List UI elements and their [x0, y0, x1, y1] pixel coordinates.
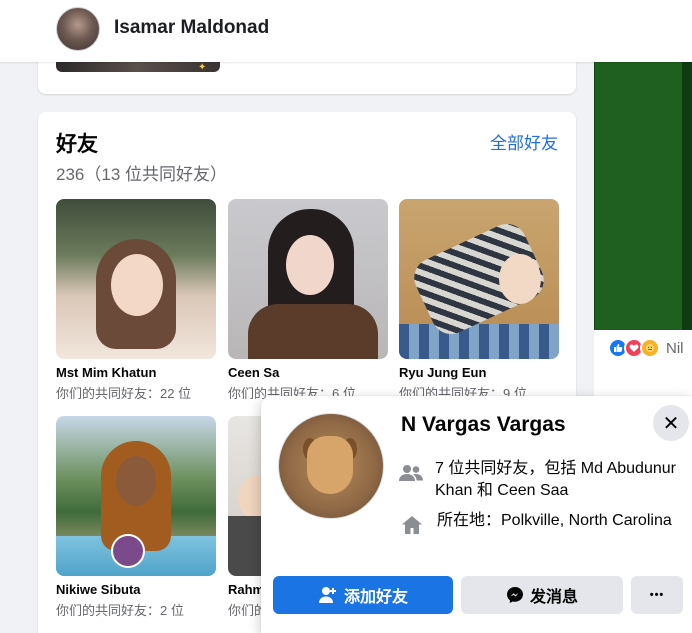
post-media-edge — [682, 62, 692, 330]
friend-photo[interactable] — [228, 199, 388, 359]
reactions-summary[interactable]: Nil — [608, 338, 684, 358]
see-all-friends-link[interactable]: 全部好友 — [490, 129, 558, 154]
close-icon: ✕ — [662, 412, 680, 435]
friend-name[interactable]: Mst Mim Khatun — [56, 365, 216, 380]
mutual-friends-text[interactable]: 7 位共同好友，包括 Md Abudunur Khan 和 Ceen Saa — [435, 458, 679, 502]
photo-detail — [286, 235, 334, 295]
message-button[interactable]: 发消息 — [461, 576, 623, 614]
friend-mutual-count: 你们的共同好友：2 位 — [56, 603, 184, 618]
reaction-user-name[interactable]: Nil — [666, 340, 684, 357]
friend-photo[interactable] — [56, 416, 216, 576]
messenger-icon — [506, 586, 524, 604]
friend-tile[interactable]: Mst Mim Khatun 你们的共同好友：22 位 — [56, 199, 216, 402]
profile-header-bar: Isamar Maldonad — [0, 0, 692, 62]
friend-tile[interactable]: Ryu Jung Eun 你们的共同好友：9 位 — [399, 199, 559, 402]
care-reaction-icon — [640, 338, 660, 358]
more-options-button[interactable]: ••• — [631, 576, 683, 614]
friend-tile[interactable]: Nikiwe Sibuta 你们的共同好友：2 位 — [56, 416, 216, 619]
message-label: 发消息 — [529, 589, 578, 606]
photo-detail — [116, 456, 156, 506]
friend-photo[interactable] — [399, 199, 559, 359]
friends-count: 236（13 位共同好友） — [56, 165, 227, 184]
friend-tile[interactable]: Ceen Sa 你们的共同好友：6 位 — [228, 199, 388, 402]
more-icon: ••• — [649, 588, 665, 601]
friend-mutual-count: 你们的共同好友：22 位 — [56, 386, 192, 401]
photo-detail — [111, 254, 163, 316]
photo-strip[interactable] — [56, 62, 220, 72]
hover-card-avatar[interactable] — [278, 413, 384, 519]
mutual-friends-row: 7 位共同好友，包括 Md Abudunur Khan 和 Ceen Saa — [399, 458, 679, 502]
friend-name[interactable]: Ceen Sa — [228, 365, 388, 380]
photo-detail — [399, 324, 559, 359]
add-friend-label: 添加好友 — [343, 589, 408, 606]
people-icon — [399, 460, 423, 486]
post-media[interactable] — [594, 62, 692, 330]
home-icon — [399, 512, 425, 538]
hover-card-actions: 添加好友 发消息 ••• — [273, 576, 683, 614]
profile-name[interactable]: Isamar Maldonad — [114, 17, 269, 39]
photo-detail — [499, 254, 541, 304]
add-friend-icon — [318, 586, 338, 604]
profile-hover-card: N Vargas Vargas ✕ 7 位共同好友，包括 Md Abudunur… — [261, 396, 692, 633]
hover-card-name[interactable]: N Vargas Vargas — [401, 413, 566, 437]
friend-name[interactable]: Ryu Jung Eun — [399, 365, 559, 380]
photo-badge-icon — [111, 534, 145, 568]
add-friend-button[interactable]: 添加好友 — [273, 576, 453, 614]
photo-detail — [307, 436, 353, 494]
friend-photo[interactable] — [56, 199, 216, 359]
photo-detail — [248, 304, 378, 359]
sparkle-icon: ✦ — [198, 62, 207, 73]
friends-title[interactable]: 好友 — [56, 128, 98, 158]
close-button[interactable]: ✕ — [653, 405, 689, 441]
profile-avatar[interactable] — [56, 7, 100, 51]
location-text[interactable]: 所在地：Polkville, North Carolina — [437, 510, 672, 532]
location-row: 所在地：Polkville, North Carolina — [399, 510, 679, 538]
friend-name[interactable]: Nikiwe Sibuta — [56, 582, 216, 597]
